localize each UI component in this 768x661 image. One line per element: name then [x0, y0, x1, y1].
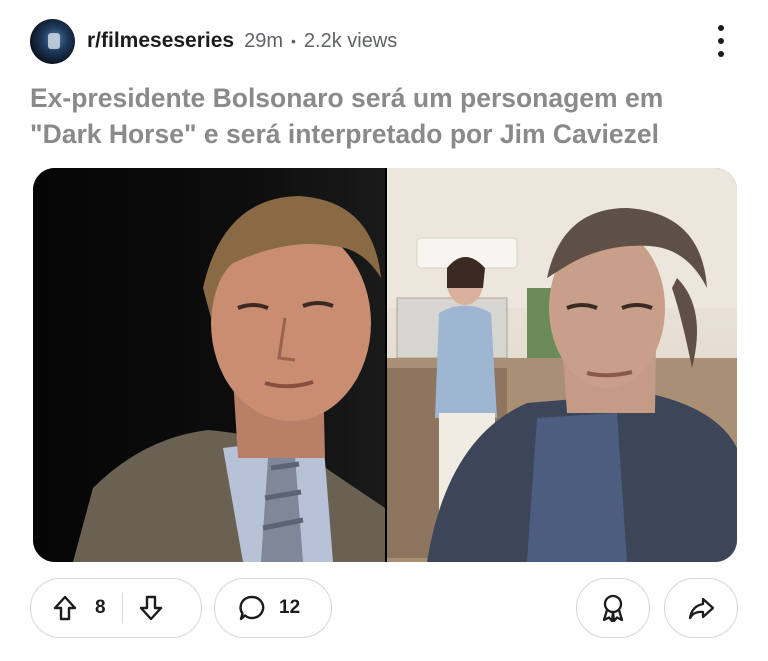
award-button[interactable] [576, 578, 650, 638]
comment-count: 12 [279, 597, 301, 618]
comments-button[interactable]: 12 [214, 578, 332, 638]
post-time: 29m [244, 29, 284, 52]
post-image[interactable] [33, 168, 737, 562]
more-vertical-icon[interactable] [714, 25, 728, 57]
post-title[interactable]: Ex-presidente Bolsonaro será um personag… [30, 80, 740, 152]
subreddit-avatar[interactable] [30, 18, 75, 64]
arrow-down-icon[interactable] [137, 594, 165, 622]
photo-left [33, 168, 385, 562]
meta-separator: • [291, 33, 296, 49]
arrow-up-icon[interactable] [51, 594, 79, 622]
share-button[interactable] [664, 578, 738, 638]
post-actions: 8 12 [30, 578, 738, 638]
politician-photo [387, 168, 737, 562]
vote-divider [121, 593, 123, 623]
upvote-count: 8 [95, 597, 106, 618]
chat-bubble-icon[interactable] [237, 593, 267, 623]
post-views: 2.2k views [303, 29, 398, 52]
share-icon[interactable] [687, 594, 715, 622]
award-icon[interactable] [599, 593, 627, 623]
subreddit-name[interactable]: r/filmeseseries [87, 29, 234, 53]
post-header: r/filmeseseries 29m • 2.2k views [30, 17, 738, 65]
vote-pill: 8 [30, 578, 202, 638]
actor-portrait [73, 196, 385, 562]
photo-right [387, 168, 737, 562]
post-meta: 29m • 2.2k views [244, 30, 397, 53]
